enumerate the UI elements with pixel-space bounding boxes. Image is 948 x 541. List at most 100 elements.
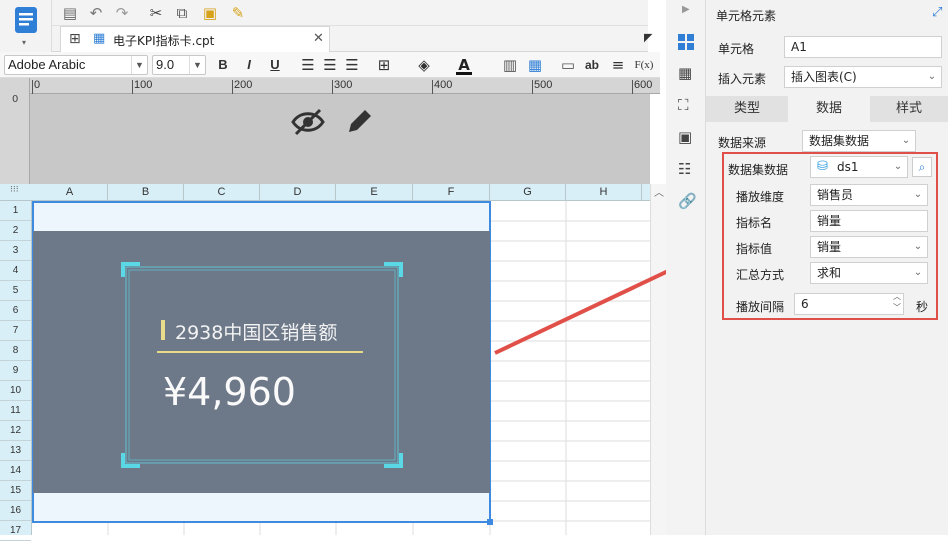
ruler-tick (532, 80, 533, 94)
metric-value-select[interactable]: 销量 ⌄ (810, 236, 928, 258)
column-header[interactable]: F (413, 184, 490, 201)
insert-element-label: 插入元素 (718, 72, 767, 86)
row-header[interactable]: 8 (0, 341, 31, 361)
tab-type[interactable]: 类型 (706, 96, 788, 122)
text-field-icon[interactable]: ▭ (558, 55, 578, 75)
float-element-icon[interactable]: ⛶ (678, 96, 689, 114)
row-header[interactable]: 9 (0, 361, 31, 381)
app-logo-icon[interactable] (14, 6, 38, 34)
format-painter-icon[interactable]: ✎ (228, 3, 248, 23)
metric-name-label: 指标名 (736, 216, 773, 230)
report-file-icon: ▦ (93, 31, 106, 46)
cell-field[interactable]: A1 (784, 36, 942, 58)
cell-label: 单元格 (718, 42, 755, 56)
align-center-icon[interactable]: ☰ (320, 55, 340, 75)
condition-icon[interactable]: ☷ (678, 160, 691, 178)
table-icon[interactable]: ▦ (525, 55, 545, 75)
font-size-select[interactable]: 9.0 ▼ (152, 55, 206, 75)
dimension-select[interactable]: 销售员 ⌄ (810, 184, 928, 206)
row-header[interactable]: 17 (0, 521, 31, 541)
formula-button[interactable]: F(x) (634, 55, 654, 75)
column-header[interactable]: C (184, 184, 260, 201)
cell-element-icon[interactable] (678, 34, 694, 50)
search-icon[interactable]: ⌕ (912, 157, 932, 177)
widget-icon[interactable]: ▣ (678, 128, 692, 146)
row-header[interactable]: 13 (0, 441, 31, 461)
dimension-value: 销售员 (817, 188, 854, 202)
metric-name-input[interactable]: 销量 (810, 210, 928, 232)
edit-pencil-icon[interactable] (343, 106, 375, 138)
row-header[interactable]: 12 (0, 421, 31, 441)
italic-button[interactable]: I (239, 55, 259, 75)
document-tab[interactable]: ⊞ ▦ 电子KPI指标卡.cpt ✕ (60, 26, 330, 52)
cell-attribute-icon[interactable]: ▦ (678, 64, 692, 82)
column-header[interactable]: E (336, 184, 413, 201)
ab-button[interactable]: ab (582, 55, 602, 75)
scroll-up-icon[interactable]: ︿ (654, 184, 664, 199)
row-header[interactable]: 14 (0, 461, 31, 481)
underline-button[interactable]: U (265, 55, 285, 75)
aggregation-value: 求和 (817, 266, 842, 280)
tab-data[interactable]: 数据 (788, 96, 870, 122)
tab-menu-icon[interactable]: ◤ (644, 31, 652, 44)
row-header[interactable]: 4 (0, 261, 31, 281)
row-header[interactable]: 7 (0, 321, 31, 341)
paste-icon[interactable]: ▣ (200, 3, 220, 23)
row-header[interactable]: 5 (0, 281, 31, 301)
bold-button[interactable]: B (213, 55, 233, 75)
hyperlink-icon[interactable]: 🔗 (678, 192, 697, 210)
insert-element-select[interactable]: 插入图表(C) ⌄ (784, 66, 942, 88)
column-header[interactable]: D (260, 184, 336, 201)
save-icon[interactable]: ▤ (60, 3, 80, 23)
merge-cells-icon[interactable]: ▥ (500, 55, 520, 75)
ruler-mark: 100 (134, 79, 153, 91)
column-header[interactable]: B (108, 184, 184, 201)
align-right-icon[interactable]: ☰ (342, 55, 362, 75)
row-header[interactable]: 3 (0, 241, 31, 261)
redo-icon[interactable]: ↷ (112, 3, 132, 23)
font-family-select[interactable]: Adobe Arabic ▼ (4, 55, 148, 75)
data-source-select[interactable]: 数据集数据 ⌄ (802, 130, 916, 152)
row-header[interactable]: 15 (0, 481, 31, 501)
hide-icon[interactable] (290, 106, 326, 138)
tab-style[interactable]: 样式 (870, 96, 948, 122)
ruler-mark: 500 (534, 79, 553, 91)
chevron-down-icon[interactable]: ▾ (22, 38, 26, 47)
font-size-value: 9.0 (156, 57, 175, 72)
row-header-bar: 1 2 3 4 5 6 7 8 9 10 11 12 13 14 15 16 17 (0, 201, 32, 541)
column-header[interactable]: G (490, 184, 566, 201)
row-header[interactable]: 6 (0, 301, 31, 321)
stepper-down-icon[interactable]: ﹀ (893, 302, 901, 314)
chevron-right-icon[interactable]: ▶ (682, 4, 690, 15)
selection-handle[interactable] (487, 519, 493, 525)
chevron-down-icon: ▼ (131, 56, 147, 74)
row-header[interactable]: 2 (0, 221, 31, 241)
fill-color-icon[interactable]: ◈ (414, 55, 434, 75)
chevron-down-icon: ▼ (189, 56, 205, 74)
horizontal-ruler: 0 100 200 300 400 500 600 (30, 78, 660, 94)
dataset-select[interactable]: ⛁ ds1 ⌄ (810, 156, 908, 178)
interval-label: 播放间隔 (736, 300, 785, 314)
wrap-icon[interactable]: ≡ (608, 55, 628, 75)
row-header[interactable]: 11 (0, 401, 31, 421)
row-header[interactable]: 16 (0, 501, 31, 521)
interval-input[interactable]: 6 ︿ ﹀ (794, 292, 904, 315)
column-header[interactable]: H (566, 184, 642, 201)
border-icon[interactable]: ⊞ (374, 55, 394, 75)
column-header[interactable]: A (32, 184, 108, 201)
metric-value-value: 销量 (817, 240, 842, 254)
document-tab-bar: ⊞ ▦ 电子KPI指标卡.cpt ✕ ◤ (52, 26, 652, 52)
row-header[interactable]: 10 (0, 381, 31, 401)
undo-icon[interactable]: ↶ (86, 3, 106, 23)
kpi-card[interactable] (33, 231, 490, 493)
collapse-icon[interactable]: ⤢ (932, 5, 942, 20)
aggregation-select[interactable]: 求和 ⌄ (810, 262, 928, 284)
select-all-icon[interactable]: ⁝⁝⁝ (10, 185, 19, 195)
cut-icon[interactable]: ✂ (146, 3, 166, 23)
close-icon[interactable]: ✕ (313, 31, 324, 46)
row-header[interactable]: 1 (0, 201, 31, 221)
copy-icon[interactable]: ⧉ (172, 3, 192, 23)
data-source-label: 数据来源 (718, 136, 767, 150)
align-left-icon[interactable]: ☰ (298, 55, 318, 75)
interval-unit: 秒 (916, 300, 929, 314)
